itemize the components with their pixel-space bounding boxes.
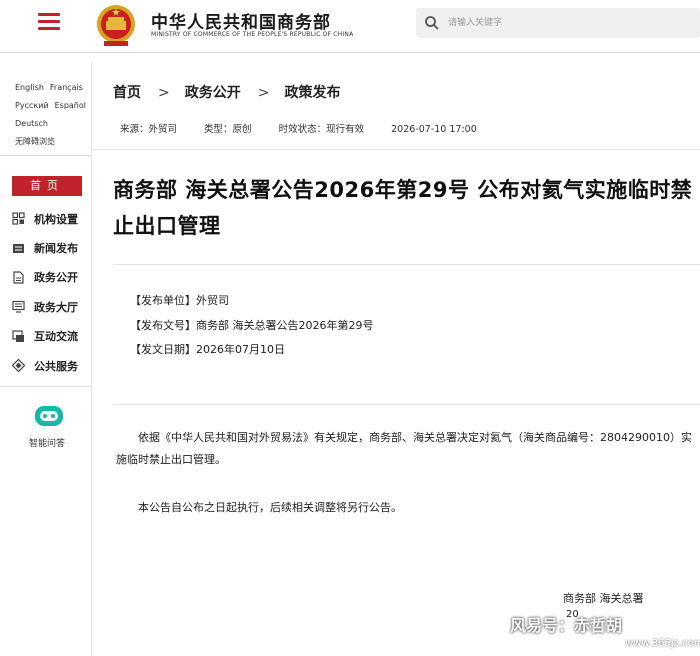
breadcrumb-gov-affairs[interactable]: 政务公开 bbox=[185, 85, 241, 101]
site-header: 中华人民共和国商务部 MINISTRY OF COMMERCE OF THE P… bbox=[0, 0, 700, 52]
meta-status: 时效状态：现行有效 bbox=[278, 124, 365, 135]
sidebar-home-button[interactable]: 首页 bbox=[12, 176, 82, 196]
sidebar-item-interaction[interactable]: 互动交流 bbox=[12, 322, 92, 351]
sidebar-item-label: 机构设置 bbox=[34, 212, 78, 226]
site-subtitle: MINISTRY OF COMMERCE OF THE PEOPLE'S REP… bbox=[151, 31, 354, 38]
sidebar-item-hall[interactable]: 政务大厅 bbox=[12, 292, 92, 321]
breadcrumb-policy-release[interactable]: 政策发布 bbox=[284, 85, 340, 101]
sidebar-item-public-service[interactable]: 公共服务 bbox=[12, 351, 92, 380]
service-diamond-icon bbox=[12, 359, 25, 373]
assistant-label[interactable]: 智能问答 bbox=[29, 436, 65, 449]
sidebar-item-gov-affairs[interactable]: 政务公开 bbox=[12, 263, 92, 292]
menu-icon[interactable] bbox=[38, 13, 60, 31]
monitor-icon bbox=[12, 301, 25, 313]
watermark: 风易号：赤哲胡 bbox=[510, 616, 623, 635]
national-emblem-logo[interactable] bbox=[96, 3, 136, 47]
info-divider bbox=[113, 404, 700, 405]
breadcrumb-separator: > bbox=[257, 85, 270, 101]
info-doc-number: 【发布文号】商务部 海关总署公告2026年第29号 bbox=[130, 318, 374, 332]
article-info-block: 【发布单位】外贸司 【发布文号】商务部 海关总署公告2026年第29号 【发文日… bbox=[130, 289, 374, 363]
info-issue-date: 【发文日期】2026年07月10日 bbox=[130, 343, 285, 356]
watermark-url: www.365jz.com bbox=[625, 638, 700, 649]
sidebar-item-label: 互动交流 bbox=[34, 330, 78, 344]
info-publisher: 【发布单位】外贸司 bbox=[130, 294, 229, 307]
meta-divider bbox=[92, 149, 700, 150]
search-icon[interactable] bbox=[424, 15, 440, 31]
lang-spanish-link[interactable]: Español bbox=[55, 101, 86, 110]
meta-datetime: 2026-07-10 17:00 bbox=[391, 124, 477, 135]
sidebar-item-label: 公共服务 bbox=[34, 359, 78, 373]
breadcrumb-home[interactable]: 首页 bbox=[113, 85, 141, 101]
news-icon bbox=[13, 243, 24, 253]
org-grid-icon bbox=[12, 212, 25, 225]
sidebar-item-label: 政务公开 bbox=[34, 271, 78, 285]
article-meta: 来源：外贸司 类型：原创 时效状态：现行有效 2026-07-10 17:00 bbox=[120, 121, 501, 135]
sidebar-item-label: 新闻发布 bbox=[34, 242, 78, 256]
sidebar-item-label: 政务大厅 bbox=[34, 300, 78, 314]
document-icon bbox=[13, 271, 24, 284]
language-links: English Français Русский Español Deutsch 无… bbox=[15, 79, 91, 151]
lang-french-link[interactable]: Français bbox=[50, 83, 83, 92]
meta-type: 类型：原创 bbox=[204, 124, 252, 135]
site-title: 中华人民共和国商务部 bbox=[151, 13, 331, 33]
lang-english-link[interactable]: English bbox=[15, 83, 44, 92]
lang-german-link[interactable]: Deutsch bbox=[15, 119, 48, 128]
search-box[interactable] bbox=[416, 8, 700, 38]
breadcrumb-separator: > bbox=[158, 85, 170, 101]
article-paragraph: 本公告自公布之日起执行，后续相关调整将另行公告。 bbox=[138, 501, 402, 514]
search-input[interactable] bbox=[448, 12, 688, 34]
sidebar-item-news[interactable]: 新闻发布 bbox=[12, 233, 92, 262]
chat-icon bbox=[12, 330, 24, 342]
article-title: 商务部 海关总署公告2026年第29号 公布对氦气实施临时禁止出口管理 bbox=[113, 178, 693, 238]
sidebar-nav-divider bbox=[0, 386, 91, 387]
sidebar-lang-divider bbox=[0, 155, 91, 156]
article-signature: 商务部 海关总署 bbox=[563, 592, 644, 605]
title-divider bbox=[113, 264, 700, 265]
article-paragraph: 依据《中华人民共和国对外贸易法》有关规定，商务部、海关总署决定对氦气（海关商品编… bbox=[116, 431, 692, 466]
accessible-browse-link[interactable]: 无障碍浏览 bbox=[15, 137, 55, 146]
lang-russian-link[interactable]: Русский bbox=[15, 101, 49, 110]
meta-source: 来源：外贸司 bbox=[120, 124, 178, 135]
sidebar-item-org[interactable]: 机构设置 bbox=[12, 204, 92, 233]
breadcrumb: 首页 > 政务公开 > 政策发布 bbox=[113, 82, 340, 102]
sidebar-nav: 机构设置 新闻发布 政务公开 政务大厅 互动交流 公共服务 bbox=[12, 204, 92, 380]
header-divider bbox=[0, 52, 700, 53]
assistant-robot-icon[interactable] bbox=[32, 403, 66, 429]
